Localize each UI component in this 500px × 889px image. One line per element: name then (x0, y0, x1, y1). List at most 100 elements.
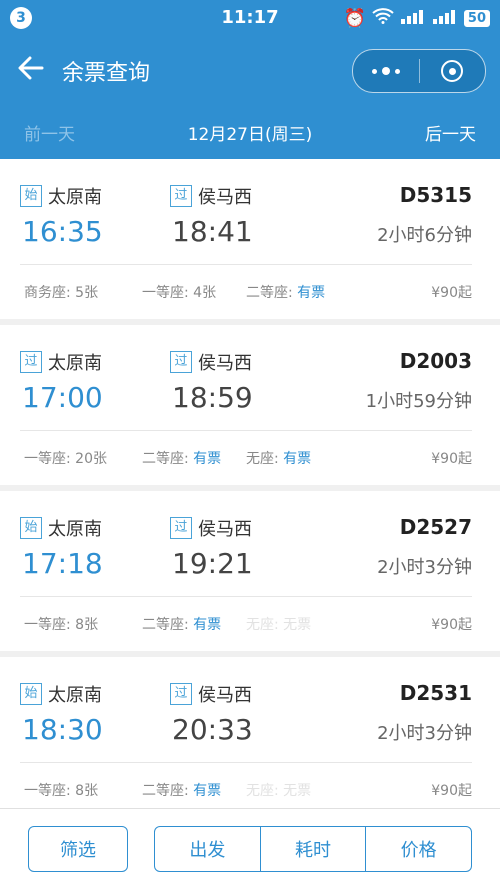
next-day-button[interactable]: 后一天 (425, 120, 476, 145)
seat-class-label: 无座: (246, 783, 279, 799)
battery-indicator: 50 (463, 9, 490, 27)
seat-info: 一等座: 4张 (142, 282, 216, 302)
seat-availability: 有票 (297, 285, 326, 301)
seat-class-label: 一等座: (24, 783, 71, 799)
arrival-time: 20:33 (172, 713, 253, 746)
filter-button[interactable]: 筛选 (28, 826, 128, 872)
station-type-tag: 始 (20, 185, 42, 207)
date-bar: 前一天 12月27日(周三) 后一天 (0, 106, 500, 159)
status-bar: 3 11:17 ⏰ 50 (0, 0, 500, 36)
divider (20, 430, 472, 431)
arrival-station-name: 侯马西 (198, 519, 252, 540)
train-number: D2003 (399, 349, 472, 373)
arrival-station-name: 侯马西 (198, 353, 252, 374)
departure-station: 始太原南 (20, 183, 102, 209)
sort-by-duration-button[interactable]: 耗时 (261, 827, 367, 871)
travel-duration: 2小时6分钟 (377, 225, 472, 246)
price: ¥90起 (431, 617, 472, 633)
seat-info: 一等座: 8张 (24, 614, 98, 634)
train-list: 始太原南过侯马西 D5315 16:35 18:41 2小时6分钟 商务座: 5张 一等座:… (0, 159, 500, 823)
seat-info: 无座: 有票 (246, 448, 311, 468)
train-number: D2531 (399, 681, 472, 705)
station-type-tag: 始 (20, 683, 42, 705)
divider (20, 264, 472, 265)
alarm-icon: ⏰ (343, 7, 366, 29)
arrival-station-name: 侯马西 (198, 187, 252, 208)
seat-info: 一等座: 20张 (24, 448, 107, 468)
station-type-tag: 始 (20, 517, 42, 539)
arrival-time: 18:59 (172, 381, 253, 414)
travel-duration: 2小时3分钟 (377, 557, 472, 578)
sort-by-departure-button[interactable]: 出发 (155, 827, 261, 871)
seat-info: 一等座: 8张 (24, 780, 98, 800)
seat-summary: 一等座: 8张 二等座: 有票 无座: 无票 ¥90起 (24, 614, 472, 634)
departure-station-name: 太原南 (48, 685, 102, 706)
train-number: D2527 (399, 515, 472, 539)
seat-availability: 有票 (193, 451, 222, 467)
price: ¥90起 (431, 783, 472, 799)
departure-station-name: 太原南 (48, 187, 102, 208)
seat-availability: 20张 (75, 451, 107, 467)
back-arrow-icon[interactable] (18, 56, 44, 86)
price: ¥90起 (431, 451, 472, 467)
seat-info: 二等座: 有票 (142, 448, 221, 468)
wifi-icon (372, 7, 394, 29)
divider (20, 762, 472, 763)
seat-class-label: 二等座: (142, 783, 189, 799)
seat-class-label: 二等座: (142, 617, 189, 633)
arrival-station: 过侯马西 (170, 681, 252, 707)
more-dots-icon (371, 67, 400, 75)
train-card[interactable]: 始太原南 过侯马西 D2527 17:18 19:21 2小时3分钟 一等座: 8张 二等座:… (0, 491, 500, 651)
mini-program-capsule (352, 49, 486, 93)
seat-availability: 无票 (283, 617, 312, 633)
seat-summary: 商务座: 5张 一等座: 4张 二等座: 有票 ¥90起 (24, 282, 472, 302)
station-type-tag: 过 (170, 683, 192, 705)
arrival-station: 过侯马西 (170, 515, 252, 541)
signal-icon (400, 8, 426, 29)
departure-station: 过太原南 (20, 349, 102, 375)
seat-class-label: 无座: (246, 617, 279, 633)
travel-duration: 1小时59分钟 (365, 391, 472, 412)
sort-by-price-button[interactable]: 价格 (366, 827, 471, 871)
seat-class-label: 一等座: (24, 617, 71, 633)
seat-availability: 8张 (75, 783, 99, 799)
train-card[interactable]: 始太原南 过侯马西 D5315 16:35 18:41 2小时6分钟商务座: 5张 一等座:… (0, 159, 500, 319)
page-title: 余票查询 (62, 61, 151, 86)
seat-info: 二等座: 有票 (246, 282, 325, 302)
seat-info: 无座: 无票 (246, 614, 311, 634)
seat-class-label: 一等座: (142, 285, 189, 301)
departure-station-name: 太原南 (48, 519, 102, 540)
seat-availability: 8张 (75, 617, 99, 633)
station-type-tag: 过 (170, 185, 192, 207)
target-circle-icon (441, 60, 464, 82)
seat-availability: 有票 (283, 451, 312, 467)
close-mini-program-button[interactable] (420, 50, 486, 92)
arrival-time: 18:41 (172, 215, 253, 248)
seat-class-label: 一等座: (24, 451, 71, 467)
departure-time: 16:35 (22, 215, 103, 248)
seat-availability: 有票 (193, 783, 222, 799)
departure-station: 始太原南 (20, 515, 102, 541)
current-date[interactable]: 12月27日(周三) (188, 120, 313, 145)
train-card[interactable]: 始太原南 过侯马西 D2531 18:30 20:33 2小时3分钟 一等座: 8张 二等座:… (0, 657, 500, 817)
more-menu-button[interactable] (353, 50, 419, 92)
seat-info: 无座: 无票 (246, 780, 311, 800)
seat-availability: 有票 (193, 617, 222, 633)
seat-class-label: 无座: (246, 451, 279, 467)
seat-availability: 5张 (75, 285, 99, 301)
seat-info: 商务座: 5张 (24, 282, 98, 302)
seat-summary: 一等座: 8张 二等座: 有票 无座: 无票 ¥90起 (24, 780, 472, 800)
prev-day-button[interactable]: 前一天 (24, 120, 75, 145)
train-number: D5315 (399, 183, 472, 207)
departure-station-name: 太原南 (48, 353, 102, 374)
title-bar: 余票查询 (0, 36, 500, 106)
train-card[interactable]: 过太原南过侯马西 D2003 17:00 18:59 1小时59分钟 一等座: 20张 二等… (0, 325, 500, 485)
departure-station: 始太原南 (20, 681, 102, 707)
seat-summary: 一等座: 20张 二等座: 有票 无座: 有票 ¥90起 (24, 448, 472, 468)
seat-class-label: 二等座: (246, 285, 293, 301)
seat-class-label: 二等座: (142, 451, 189, 467)
seat-availability: 4张 (193, 285, 217, 301)
signal-icon-2 (432, 8, 458, 29)
arrival-time: 19:21 (172, 547, 253, 580)
station-type-tag: 过 (170, 351, 192, 373)
